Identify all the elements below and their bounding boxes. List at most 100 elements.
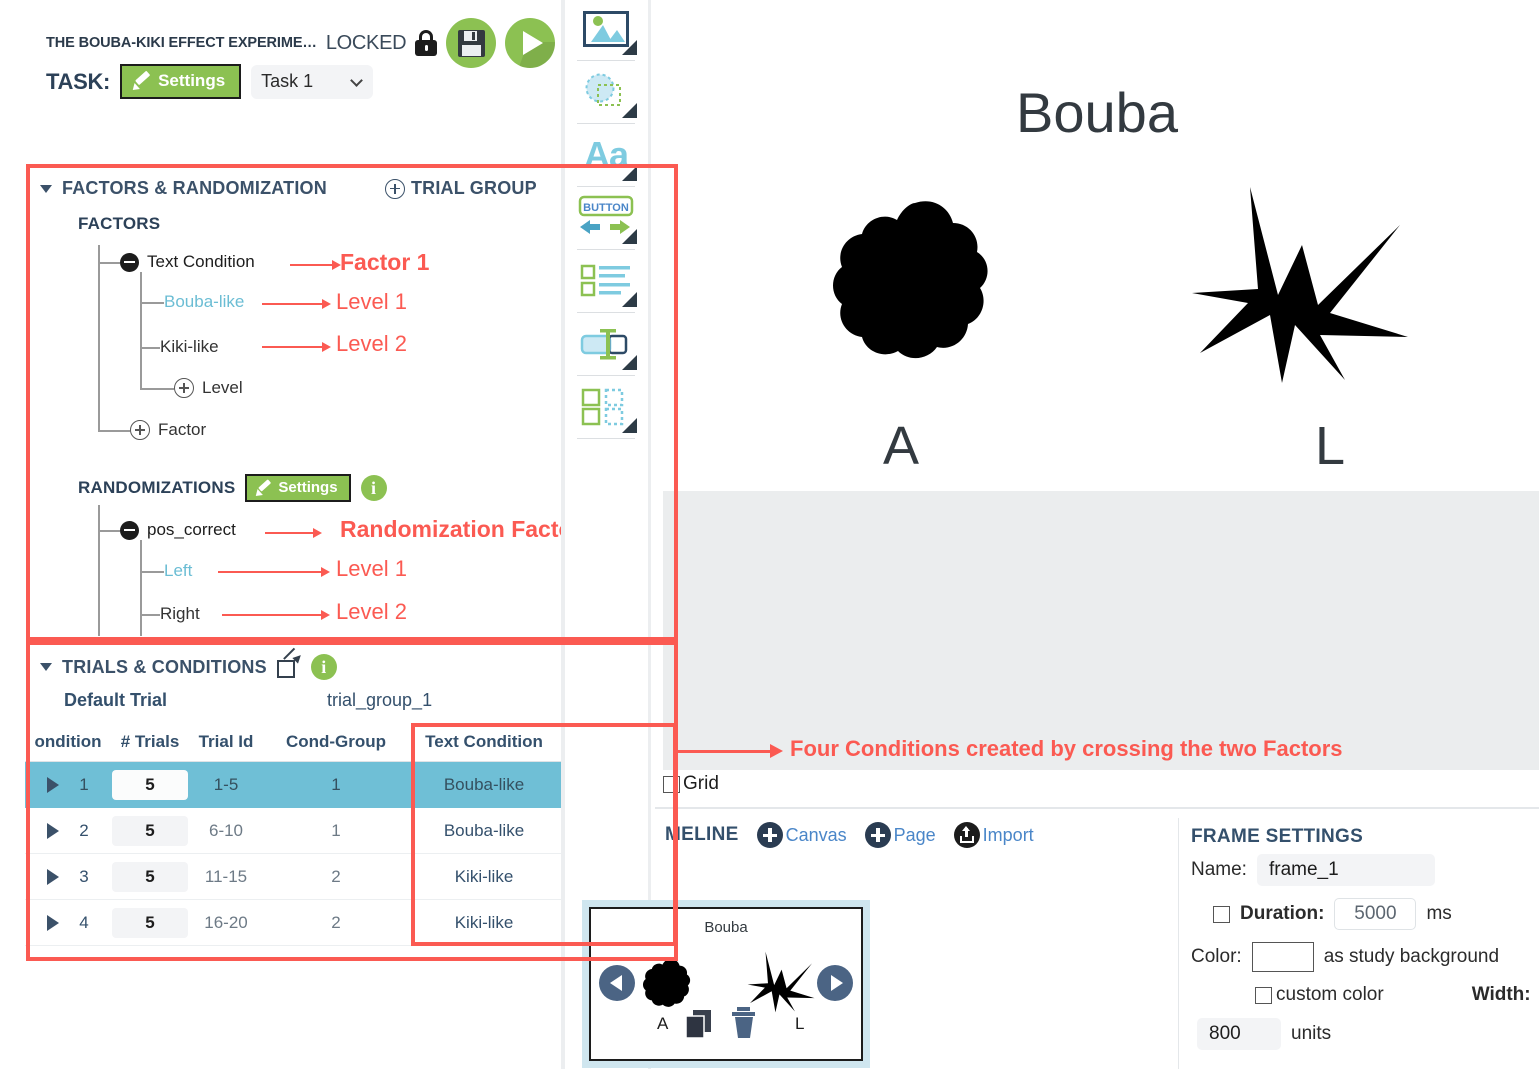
level-label: Right: [160, 604, 200, 623]
annotation-arrow-head: [322, 299, 331, 309]
annotation-randomization-factor-1: Randomization Factor 1: [340, 516, 563, 542]
add-factor-button[interactable]: Factor: [130, 420, 206, 440]
info-icon[interactable]: i: [310, 654, 337, 680]
duration-input[interactable]: 5000: [1334, 898, 1417, 930]
button-tool-icon[interactable]: BUTTON: [570, 189, 642, 247]
row-num-trials-cell[interactable]: 5: [111, 907, 189, 938]
prev-frame-button[interactable]: [599, 965, 635, 1001]
app-root: THE BOUBA-KIKI EFFECT EXPERIME… LOCKED T…: [0, 0, 1539, 1069]
num-trials-input[interactable]: 5: [112, 907, 188, 938]
expand-row-icon[interactable]: [47, 868, 60, 885]
annotation-arrow: [262, 346, 324, 348]
add-trial-group-button[interactable]: TRIAL GROUP: [384, 178, 537, 199]
task-select[interactable]: Task 1: [251, 64, 374, 99]
row-num-trials-cell[interactable]: 5: [111, 815, 189, 846]
popout-icon[interactable]: [276, 647, 304, 679]
randomization-level-1[interactable]: Left: [164, 561, 192, 581]
table-row[interactable]: 3 5 11-15 2 Kiki-like Left: [25, 854, 563, 900]
condition-value: 3: [79, 866, 89, 886]
stimulus-canvas[interactable]: Bouba A L: [655, 0, 1539, 490]
collapse-caret-icon[interactable]: [40, 663, 52, 671]
width-label: Width:: [1471, 984, 1531, 1005]
shape-tool-icon[interactable]: [570, 63, 642, 121]
row-condition-cell: 3: [25, 867, 111, 887]
frame-settings-panel: FRAME SETTINGS Name: frame_1 Duration: 5…: [1178, 818, 1539, 1069]
row-num-trials-cell[interactable]: 5: [111, 770, 189, 800]
grid-label: Grid: [683, 773, 719, 794]
condition-value: 4: [79, 912, 89, 932]
grid-toggle[interactable]: Grid: [663, 773, 719, 795]
tree-line: [98, 430, 130, 432]
num-trials-input[interactable]: 5: [112, 770, 188, 800]
expand-row-icon[interactable]: [47, 777, 60, 793]
frame-name-input[interactable]: frame_1: [1256, 854, 1435, 886]
panel-scrollbar[interactable]: [561, 0, 565, 1069]
width-input[interactable]: 800: [1197, 1018, 1281, 1050]
randomizations-header: RANDOMIZATIONS Settings i: [78, 474, 387, 502]
annotation-four-conditions: Four Conditions created by crossing the …: [790, 736, 1343, 761]
toolbar-separator: [577, 186, 635, 187]
annotation-level-2: Level 2: [336, 331, 407, 356]
level-node-1[interactable]: Bouba-like: [164, 292, 244, 312]
timeline-title: MELINE: [665, 824, 739, 845]
input-tool-icon[interactable]: [570, 315, 642, 373]
add-page-button[interactable]: Page: [864, 822, 936, 848]
condition-value: 2: [79, 820, 89, 840]
custom-color-checkbox[interactable]: [1255, 986, 1272, 1004]
factor-node[interactable]: Text Condition: [120, 252, 255, 272]
image-tool-icon[interactable]: [570, 0, 642, 58]
row-cond-group: 2: [331, 866, 341, 886]
row-condition-cell: 4: [25, 913, 111, 933]
frame-settings-title: FRAME SETTINGS: [1191, 826, 1364, 847]
lock-icon[interactable]: [415, 30, 438, 56]
randomizations-settings-button[interactable]: Settings: [245, 474, 351, 502]
timeline-toolbar: MELINE Canvas Page Import: [665, 822, 1034, 848]
expand-row-icon[interactable]: [47, 914, 60, 931]
import-button[interactable]: Import: [953, 822, 1034, 848]
randomization-factor-name: pos_correct: [147, 520, 236, 539]
num-trials-input[interactable]: 5: [112, 815, 188, 846]
row-num-trials-cell[interactable]: 5: [111, 861, 189, 892]
col-cond-group: Cond-Group: [285, 731, 387, 751]
blob-shape[interactable]: [820, 195, 1010, 365]
grid-checkbox[interactable]: [663, 775, 680, 793]
table-row[interactable]: 4 5 16-20 2 Kiki-like Right: [25, 900, 563, 946]
add-level-button[interactable]: Level: [174, 378, 243, 398]
row-condition-cell: 1: [25, 775, 111, 795]
duration-checkbox[interactable]: [1213, 905, 1230, 923]
add-canvas-button[interactable]: Canvas: [756, 822, 847, 848]
row-cond-group: 1: [331, 820, 341, 840]
table-row[interactable]: 2 5 6-10 1 Bouba-like Right: [25, 808, 563, 854]
next-frame-button[interactable]: [817, 965, 853, 1001]
collapse-minus-icon[interactable]: [120, 252, 139, 272]
save-button[interactable]: [446, 18, 497, 68]
factors-section-title: FACTORS & RANDOMIZATION: [62, 178, 327, 198]
level-node-2[interactable]: Kiki-like: [160, 337, 219, 357]
selection-tool-icon[interactable]: [570, 378, 642, 436]
table-row[interactable]: 1 5 1-5 1 Bouba-like Left: [25, 762, 563, 808]
toolbar-separator: [577, 60, 635, 61]
info-icon[interactable]: i: [360, 475, 387, 501]
task-settings-button[interactable]: Settings: [120, 64, 242, 99]
width-unit: units: [1291, 1023, 1332, 1044]
plus-icon: [864, 822, 891, 848]
list-tool-icon[interactable]: [570, 252, 642, 310]
collapse-caret-icon[interactable]: [40, 184, 52, 193]
expand-row-icon[interactable]: [47, 822, 60, 839]
randomization-level-2[interactable]: Right: [160, 604, 200, 624]
row-text-condition: Kiki-like: [454, 866, 514, 886]
color-swatch[interactable]: [1251, 942, 1314, 972]
copy-icon[interactable]: [683, 1007, 717, 1041]
spiky-shape[interactable]: [1190, 185, 1410, 385]
frame-thumbnail[interactable]: Bouba A L: [582, 900, 870, 1068]
collapse-minus-icon[interactable]: [120, 520, 139, 540]
trash-icon[interactable]: [729, 1005, 759, 1041]
num-trials-input[interactable]: 5: [112, 861, 188, 892]
run-study-button[interactable]: [505, 18, 556, 68]
annotation-arrow: [218, 571, 323, 573]
plus-icon: [756, 822, 783, 848]
toolbar-separator: [577, 249, 635, 250]
annotation-arrow: [222, 614, 323, 616]
randomization-factor-node[interactable]: pos_correct: [120, 520, 236, 540]
text-tool-icon[interactable]: Aa: [570, 126, 642, 184]
